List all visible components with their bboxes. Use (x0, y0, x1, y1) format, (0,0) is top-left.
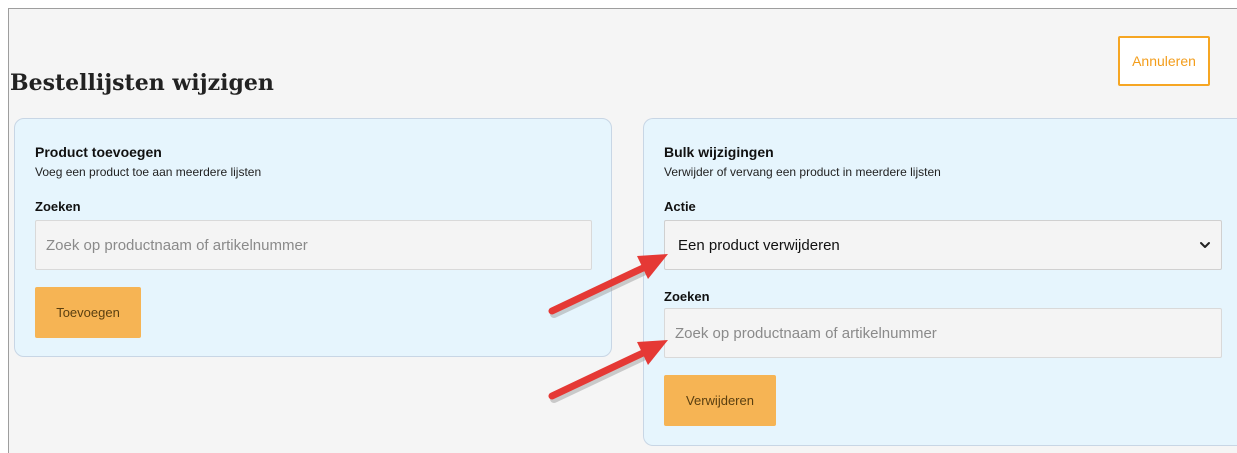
add-product-subtitle: Voeg een product toe aan meerdere lijste… (35, 165, 262, 179)
bulk-search-input[interactable] (664, 308, 1222, 358)
bulk-changes-title: Bulk wijzigingen (664, 144, 774, 160)
add-product-title: Product toevoegen (35, 144, 162, 160)
add-product-card: Product toevoegen Voeg een product toe a… (14, 118, 612, 357)
bulk-search-label: Zoeken (664, 289, 710, 304)
bulk-remove-button[interactable]: Verwijderen (664, 375, 776, 426)
bulk-action-label: Actie (664, 199, 696, 214)
page-title: Bestellijsten wijzigen (10, 70, 274, 96)
bulk-action-selected-value: Een product verwijderen (678, 236, 840, 254)
add-product-search-label: Zoeken (35, 199, 81, 214)
bulk-changes-card: Bulk wijzigingen Verwijder of vervang ee… (643, 118, 1237, 446)
cancel-button[interactable]: Annuleren (1118, 36, 1210, 86)
bulk-action-select[interactable]: Een product verwijderen (664, 220, 1222, 270)
chevron-down-icon (1200, 242, 1210, 248)
bulk-changes-subtitle: Verwijder of vervang een product in meer… (664, 165, 941, 179)
add-product-search-input[interactable] (35, 220, 592, 270)
add-product-button[interactable]: Toevoegen (35, 287, 141, 338)
